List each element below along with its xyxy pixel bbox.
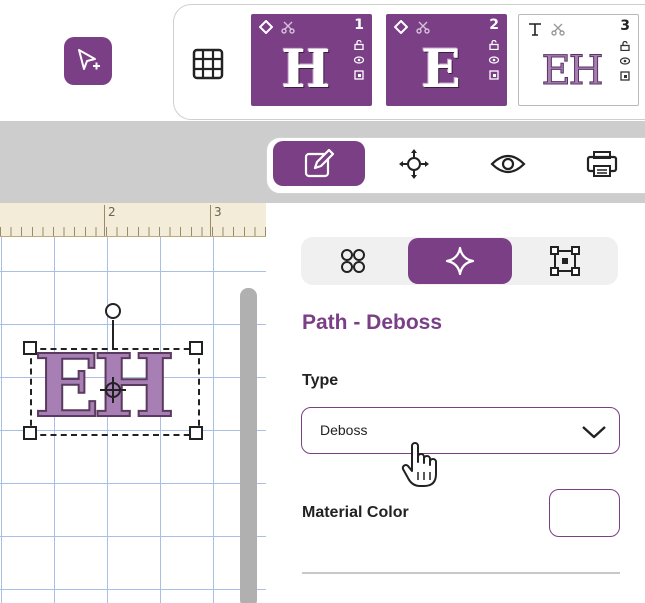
text-icon [529, 23, 541, 36]
move-nodes-icon [399, 149, 429, 179]
four-circles-icon [341, 249, 365, 273]
ruler-label: 2 [108, 205, 116, 219]
sparkle-path-icon [445, 246, 475, 276]
scissors-icon [416, 21, 430, 34]
type-dropdown-value: Deboss [320, 422, 368, 438]
preview-tool-button[interactable] [488, 145, 528, 183]
material-color-swatch[interactable] [549, 489, 620, 537]
tab-path[interactable] [408, 238, 512, 284]
layer-options-icon[interactable] [620, 71, 630, 81]
rotation-line [112, 320, 114, 350]
layer-options-icon[interactable] [489, 70, 499, 80]
material-color-label: Material Color [302, 504, 409, 521]
layer-number: 3 [620, 18, 630, 34]
hand-pointer-icon [401, 442, 437, 487]
eye-icon[interactable] [354, 56, 364, 64]
resize-handle-top-right[interactable] [189, 341, 203, 355]
layer-number: 1 [354, 17, 364, 33]
scissors-icon [281, 21, 295, 34]
lock-icon[interactable] [354, 40, 364, 50]
path-icon [394, 20, 408, 34]
center-crosshair-icon [100, 377, 126, 403]
layer-letter: E [421, 39, 461, 100]
tab-layers[interactable] [303, 238, 403, 284]
grid-view-button[interactable] [188, 44, 228, 84]
panel-title: Path - Deboss [302, 311, 443, 334]
layer-letter: H [281, 39, 331, 100]
ruler-label: 3 [214, 205, 222, 219]
lock-icon[interactable] [620, 41, 630, 51]
grid-icon [192, 48, 224, 80]
transform-tool-button[interactable] [394, 145, 434, 183]
layer-number: 2 [489, 17, 499, 33]
layer-letter: EH [541, 48, 604, 95]
type-label: Type [302, 372, 339, 389]
bounding-box-icon [550, 246, 580, 276]
printer-icon [586, 151, 618, 177]
layer-thumb-2[interactable]: 2 E [386, 14, 507, 106]
layer-options-icon[interactable] [354, 70, 364, 80]
edit-icon [304, 148, 335, 177]
layer-thumb-1[interactable]: 1 H [251, 14, 372, 106]
panel-divider [302, 572, 620, 574]
select-tool-button[interactable] [64, 37, 112, 85]
scissors-icon [551, 23, 565, 36]
chevron-down-icon [582, 426, 606, 439]
eye-icon[interactable] [620, 57, 630, 65]
lock-icon[interactable] [489, 40, 499, 50]
resize-handle-top-left[interactable] [23, 341, 37, 355]
eye-icon[interactable] [489, 56, 499, 64]
rotate-handle[interactable] [105, 303, 121, 319]
layer-thumb-3[interactable]: 3 EH [518, 14, 639, 106]
cursor-add-icon [78, 49, 100, 70]
vertical-scrollbar[interactable] [240, 288, 257, 603]
print-tool-button[interactable] [582, 145, 622, 183]
ruler: 2 3 [0, 203, 266, 237]
type-dropdown[interactable]: Deboss [301, 407, 620, 454]
path-icon [259, 20, 273, 34]
edit-tool-button[interactable] [273, 141, 365, 186]
resize-handle-bottom-right[interactable] [189, 426, 203, 440]
eye-icon [490, 154, 526, 174]
design-canvas[interactable]: 2 3 EH [0, 203, 266, 603]
resize-handle-bottom-left[interactable] [23, 426, 37, 440]
tab-bounding-box[interactable] [515, 238, 615, 284]
